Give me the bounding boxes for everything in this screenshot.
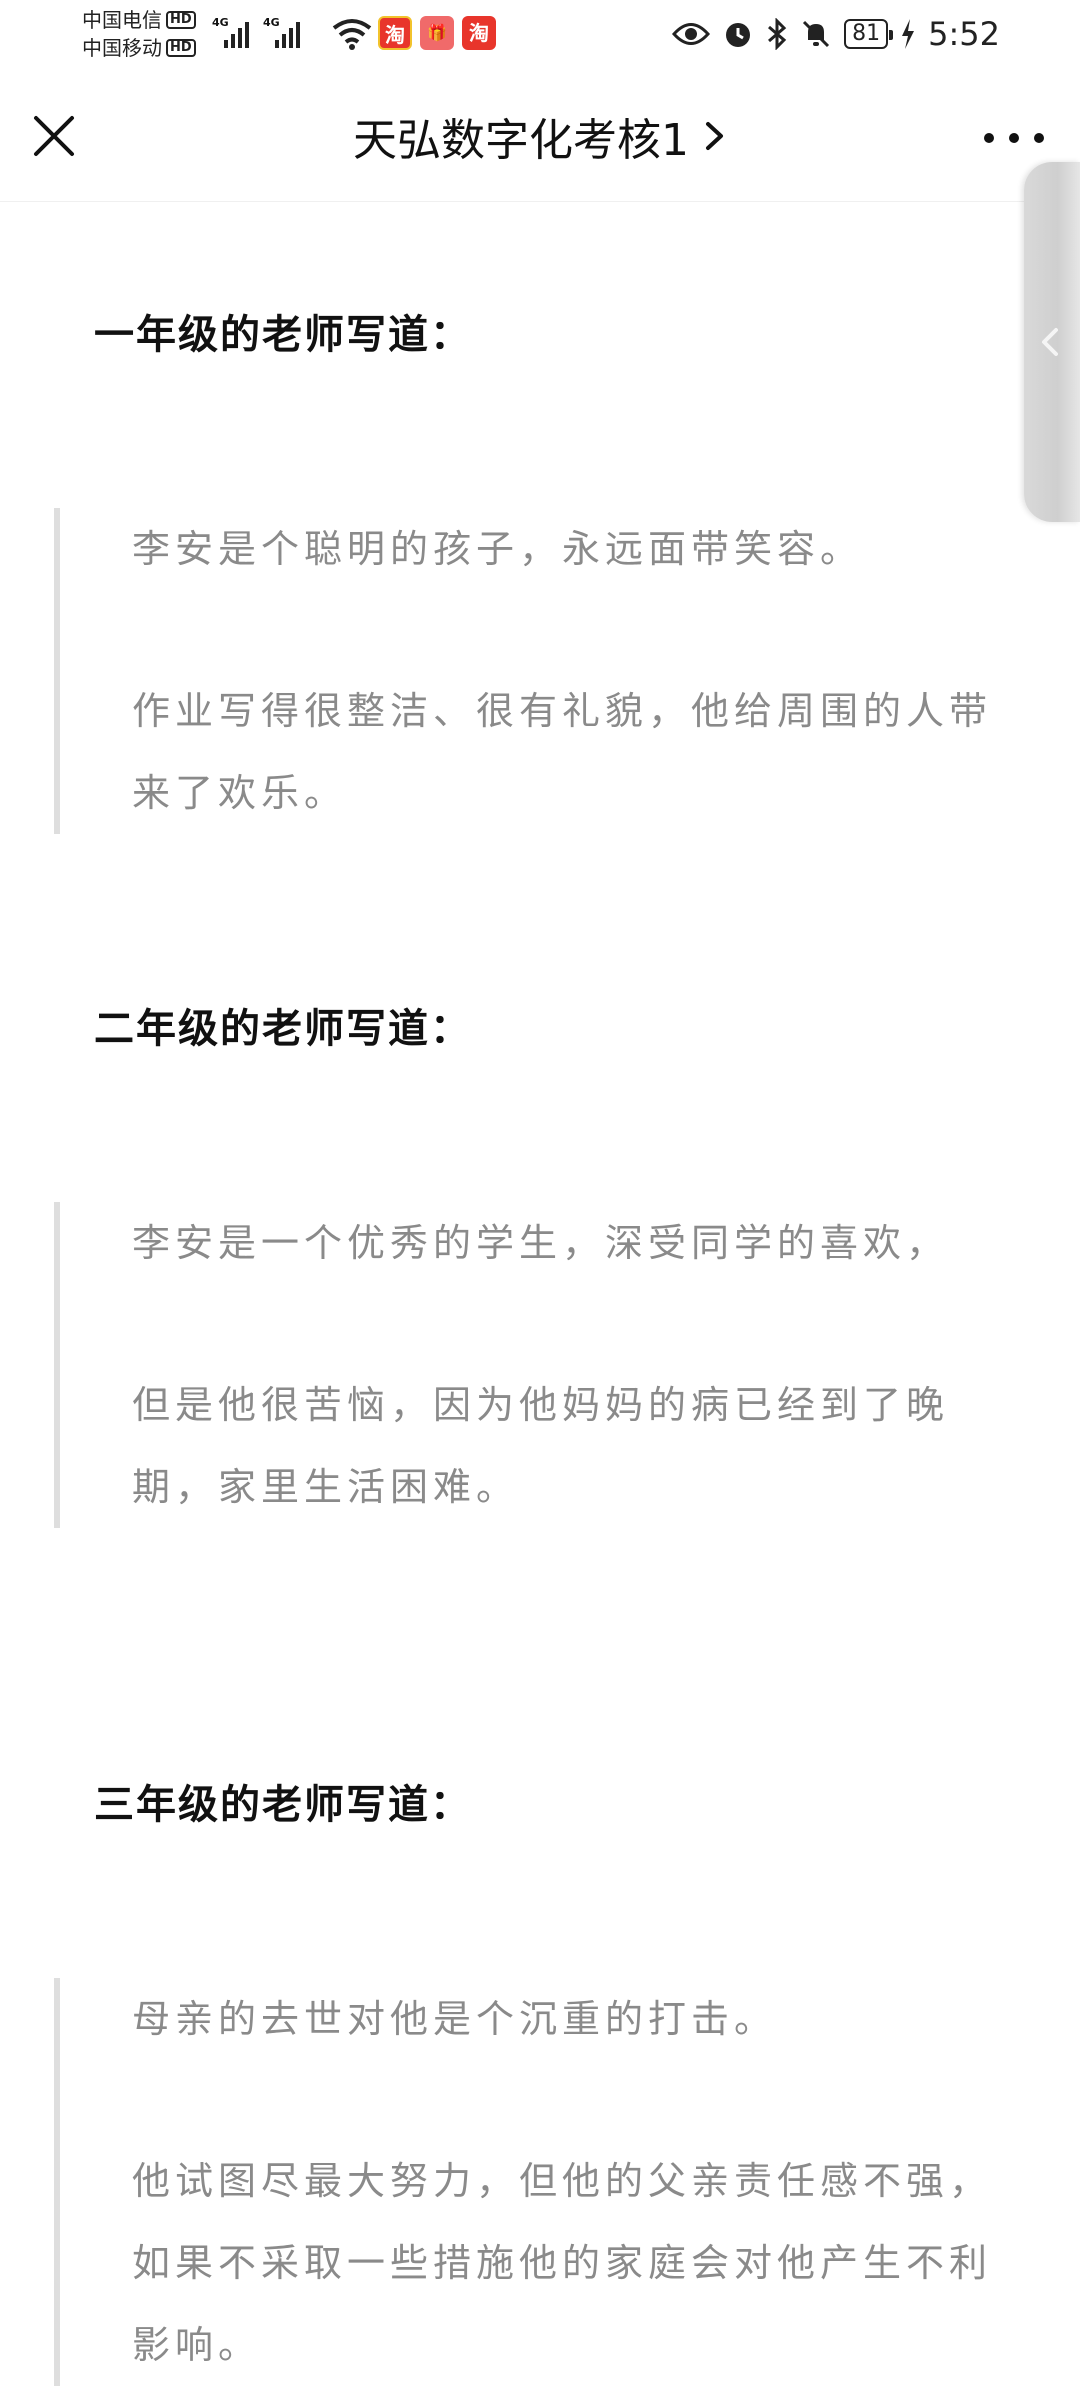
quote-paragraph: 但是他很苦恼，因为他妈妈的病已经到了晚期，家里生活困难。 bbox=[132, 1383, 950, 1509]
taobao-app-icon: 淘 bbox=[378, 16, 412, 50]
section-heading-grade-1: 一年级的老师写道： bbox=[94, 312, 472, 358]
carrier-2-label: 中国移动 bbox=[82, 36, 162, 60]
network-1-label: 4G bbox=[212, 16, 229, 29]
carrier-1-label: 中国电信 bbox=[82, 8, 162, 32]
eye-icon bbox=[672, 23, 711, 45]
quote-block-grade-3: 母亲的去世对他是个沉重的打击。 他试图尽最大努力，但他的父亲责任感不强，如果不采… bbox=[54, 1978, 994, 2386]
chevron-left-icon bbox=[1042, 328, 1058, 356]
quote-block-grade-1: 李安是个聪明的孩子，永远面带笑容。 作业写得很整洁、很有礼貌，他给周围的人带来了… bbox=[54, 508, 994, 834]
status-bar: 中国电信 HD 中国移动 HD 4G 4G 淘 🎁 淘 81 5:52 bbox=[0, 0, 1080, 70]
title-link[interactable]: 天弘数字化考核1 bbox=[0, 70, 1080, 202]
more-dot-icon bbox=[1009, 133, 1019, 143]
quote-paragraph: 李安是个聪明的孩子，永远面带笑容。 bbox=[132, 527, 864, 571]
status-right-group: 81 5:52 bbox=[672, 10, 1000, 58]
page-title: 天弘数字化考核1 bbox=[353, 115, 689, 166]
carrier-info: 中国电信 HD 中国移动 HD bbox=[82, 6, 196, 62]
quote-paragraph: 他试图尽最大努力，但他的父亲责任感不强，如果不采取一些措施他的家庭会对他产生不利… bbox=[132, 2159, 993, 2367]
network-2-label: 4G bbox=[263, 16, 280, 29]
section-heading-grade-2: 二年级的老师写道： bbox=[94, 1006, 472, 1052]
more-dot-icon bbox=[1034, 133, 1044, 143]
hd-badge-1: HD bbox=[166, 11, 196, 29]
battery-indicator: 81 bbox=[844, 19, 894, 49]
quote-paragraph: 李安是一个优秀的学生，深受同学的喜欢， bbox=[132, 1221, 950, 1265]
floating-side-tab[interactable] bbox=[1024, 162, 1080, 522]
quote-block-grade-2: 李安是一个优秀的学生，深受同学的喜欢， 但是他很苦恼，因为他妈妈的病已经到了晚期… bbox=[54, 1202, 994, 1528]
chevron-right-icon bbox=[706, 122, 723, 150]
clock-time: 5:52 bbox=[928, 15, 1000, 53]
gift-app-icon: 🎁 bbox=[420, 16, 454, 50]
quote-paragraph: 母亲的去世对他是个沉重的打击。 bbox=[132, 1997, 778, 2041]
mute-bell-icon bbox=[803, 20, 830, 48]
alarm-icon bbox=[726, 23, 751, 47]
signal-group: 4G 4G bbox=[212, 16, 300, 48]
charging-icon bbox=[902, 19, 915, 49]
more-dot-icon bbox=[984, 133, 994, 143]
nav-bar: 天弘数字化考核1 bbox=[0, 70, 1080, 202]
signal-2-icon: 4G bbox=[263, 16, 300, 48]
bluetooth-icon bbox=[768, 18, 787, 50]
more-options-button[interactable] bbox=[984, 126, 1044, 150]
taobao-app-icon-2: 淘 bbox=[462, 16, 496, 50]
signal-1-icon: 4G bbox=[212, 16, 249, 48]
wifi-icon bbox=[332, 19, 372, 50]
quote-paragraph: 作业写得很整洁、很有礼貌，他给周围的人带来了欢乐。 bbox=[132, 689, 993, 815]
section-heading-grade-3: 三年级的老师写道： bbox=[94, 1782, 472, 1828]
hd-badge-2: HD bbox=[166, 39, 196, 57]
